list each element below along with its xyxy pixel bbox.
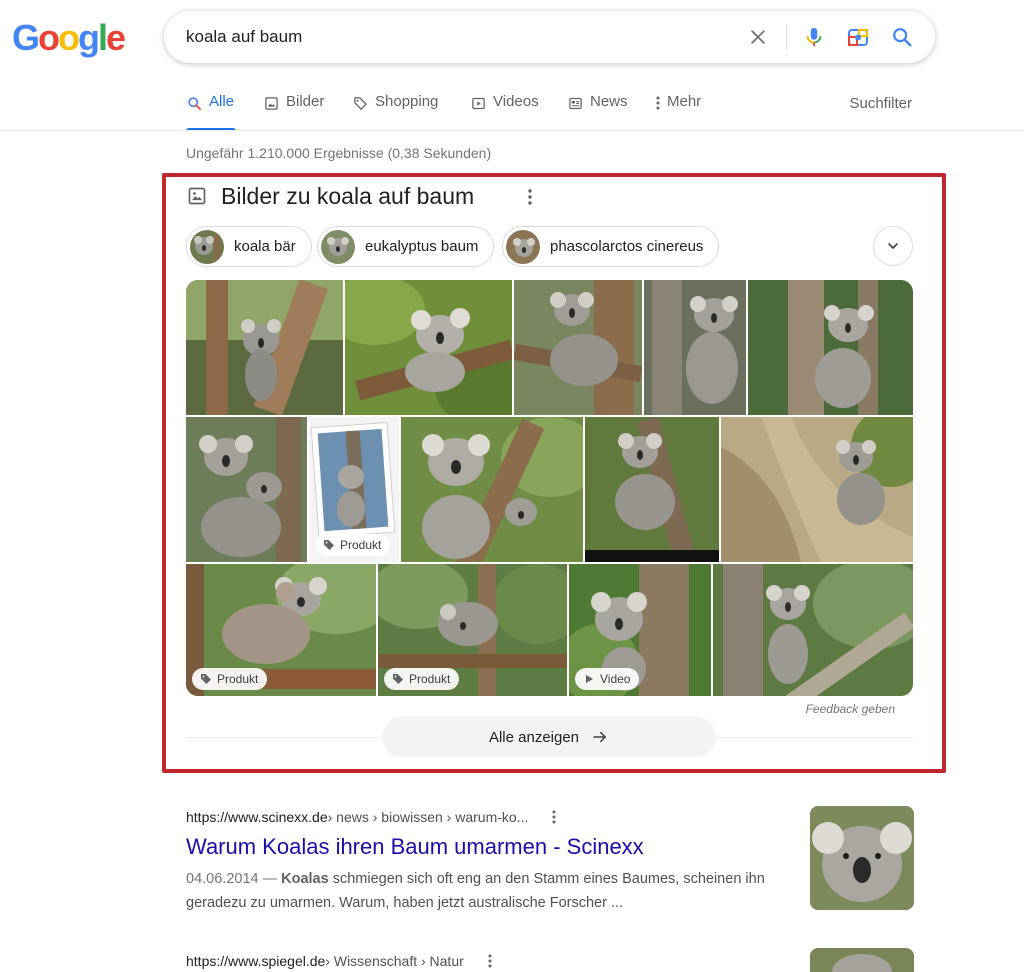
images-block-title: Bilder zu koala auf baum — [221, 183, 475, 209]
chip-thumbnail — [506, 229, 540, 264]
clear-icon[interactable] — [744, 23, 772, 51]
show-all-label: Alle anzeigen — [488, 728, 580, 746]
arrow-right-icon — [591, 728, 609, 746]
image-tile[interactable]: Produkt — [186, 564, 376, 696]
tab-label: Shopping — [375, 93, 439, 110]
result-breadcrumbs: › news › biowissen › warum-ko... — [327, 809, 529, 825]
play-icon — [583, 673, 595, 685]
search-divider — [786, 24, 787, 50]
tab-videos[interactable]: Videos — [470, 93, 539, 131]
video-badge: Video — [575, 668, 640, 690]
chip-koala-baer[interactable]: koala bär — [186, 226, 312, 267]
search-result: https://www.scinexx.de › news › biowisse… — [186, 808, 913, 915]
result-thumbnail[interactable] — [810, 806, 914, 910]
tab-label: Bilder — [286, 93, 325, 110]
tab-label: Alle — [209, 93, 235, 110]
search-tabs: Alle Bilder Shopping Videos News Mehr — [186, 93, 926, 131]
result-snippet: 04.06.2014 — Koalas schmiegen sich oft e… — [186, 867, 786, 915]
image-tile[interactable] — [585, 417, 719, 562]
image-tile[interactable] — [644, 280, 746, 415]
tab-bilder[interactable]: Bilder — [263, 93, 324, 131]
play-icon — [470, 95, 486, 111]
result-stats: Ungefähr 1.210.000 Ergebnisse (0,38 Seku… — [186, 145, 492, 161]
more-options-icon[interactable] — [482, 952, 498, 970]
tab-alle[interactable]: Alle — [186, 93, 236, 131]
image-tile[interactable]: Produkt — [378, 564, 567, 696]
image-tile[interactable] — [401, 417, 583, 562]
more-vert-icon — [655, 95, 661, 111]
tag-icon — [323, 539, 335, 551]
result-snippet-bold: Koalas — [281, 870, 329, 887]
search-icon[interactable] — [888, 23, 916, 51]
badge-label: Produkt — [340, 538, 382, 552]
tab-news[interactable]: News — [567, 93, 628, 131]
image-tile[interactable]: Video — [569, 564, 711, 696]
image-tile[interactable] — [713, 564, 913, 696]
badge-label: Video — [600, 672, 631, 686]
image-tile[interactable] — [186, 417, 307, 562]
tag-icon — [200, 673, 212, 685]
tag-icon — [392, 673, 404, 685]
result-title-link[interactable]: Warum Koalas ihren Baum umarmen - Scinex… — [186, 833, 913, 862]
search-input[interactable] — [186, 23, 726, 51]
chip-label: eukalyptus baum — [365, 238, 479, 255]
result-thumbnail[interactable] — [810, 948, 914, 972]
image-tile[interactable] — [186, 280, 343, 415]
logo-letter: e — [106, 17, 126, 58]
image-icon — [263, 95, 279, 111]
tab-shopping[interactable]: Shopping — [352, 93, 438, 131]
search-box — [164, 11, 935, 63]
tab-label: News — [590, 93, 628, 110]
image-icon — [187, 186, 207, 206]
badge-label: Produkt — [409, 672, 451, 686]
more-options-icon[interactable] — [546, 808, 562, 826]
logo-letter: G — [12, 17, 40, 58]
logo-letter: l — [98, 17, 108, 58]
more-options-icon[interactable] — [520, 186, 540, 208]
tab-mehr[interactable]: Mehr — [655, 93, 701, 131]
result-domain[interactable]: https://www.scinexx.de — [186, 809, 328, 825]
search-tools-button[interactable]: Suchfilter — [849, 95, 912, 112]
chip-eukalyptus-baum[interactable]: eukalyptus baum — [317, 226, 495, 267]
news-icon — [567, 95, 583, 111]
chip-phascolarctos-cinereus[interactable]: phascolarctos cinereus — [502, 226, 720, 267]
camera-lens-icon[interactable] — [844, 23, 872, 51]
tab-label: Videos — [493, 93, 539, 110]
result-breadcrumbs: › Wissenschaft › Natur — [325, 953, 464, 969]
chip-label: phascolarctos cinereus — [550, 238, 704, 255]
result-url: https://www.scinexx.de › news › biowisse… — [186, 808, 913, 826]
search-result: https://www.spiegel.de › Wissenschaft › … — [186, 952, 913, 970]
result-domain[interactable]: https://www.spiegel.de — [186, 953, 325, 969]
show-all-button[interactable]: Alle anzeigen — [382, 717, 716, 757]
chip-thumbnail — [321, 229, 355, 264]
logo-letter: o — [58, 17, 80, 58]
chip-label: koala bär — [234, 238, 296, 255]
chevron-down-icon[interactable] — [873, 226, 913, 266]
logo-letter: g — [78, 17, 100, 58]
image-tile[interactable] — [748, 280, 913, 415]
product-badge: Produkt — [315, 534, 391, 556]
logo-letter: o — [38, 17, 60, 58]
google-logo[interactable]: Google — [12, 17, 126, 58]
tab-label: Mehr — [667, 93, 702, 110]
chip-thumbnail — [190, 229, 224, 264]
search-icon — [186, 95, 202, 111]
badge-label: Produkt — [217, 672, 259, 686]
result-url: https://www.spiegel.de › Wissenschaft › … — [186, 952, 913, 970]
image-tile[interactable] — [721, 417, 913, 562]
image-tile[interactable]: Produkt — [309, 417, 399, 562]
result-date: 04.06.2014 — — [186, 870, 278, 887]
product-badge: Produkt — [192, 668, 268, 690]
feedback-link[interactable]: Feedback geben — [806, 702, 895, 716]
header-divider — [0, 130, 1024, 131]
image-grid: Produkt Produkt Produkt Video — [186, 280, 913, 696]
microphone-icon[interactable] — [800, 23, 828, 51]
image-tile[interactable] — [514, 280, 642, 415]
tag-icon — [352, 95, 368, 111]
image-tile[interactable] — [345, 280, 512, 415]
product-badge: Produkt — [384, 668, 460, 690]
